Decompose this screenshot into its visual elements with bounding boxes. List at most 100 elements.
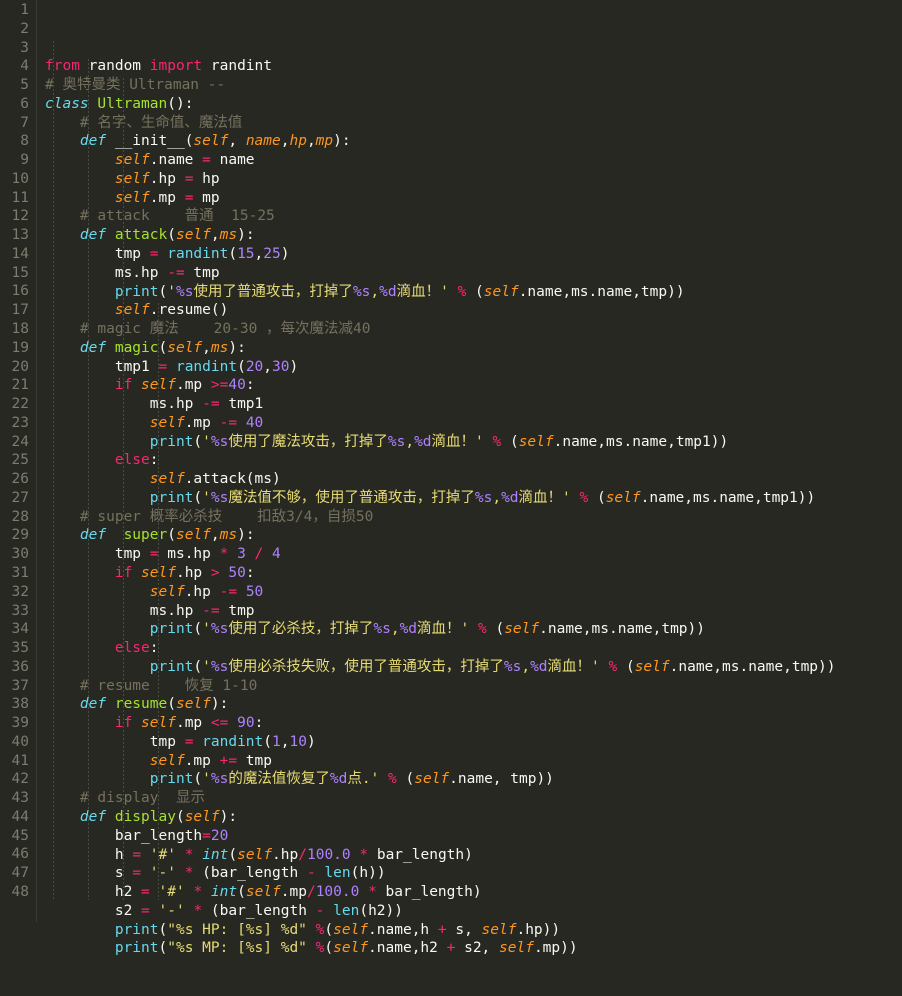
code-line[interactable]: self.hp -= 50 — [45, 583, 902, 602]
line-number: 10 — [11, 170, 29, 187]
token-str: '-' — [158, 902, 185, 919]
code-line[interactable]: ms.hp -= tmp — [45, 264, 902, 283]
code-line[interactable]: s = '-' * (bar_length - len(h)) — [45, 864, 902, 883]
code-line[interactable]: self.mp += tmp — [45, 752, 902, 771]
token-cmt: # 名字、生命值、魔法值 — [79, 114, 243, 131]
code-line[interactable]: print('%s使用了魔法攻击，打掉了%s,%d滴血！' % (self.na… — [45, 433, 902, 452]
token-self: self — [141, 377, 176, 394]
token-par: ms — [219, 227, 238, 244]
token-str: "%s MP: [%s] %d" — [167, 940, 307, 957]
token-num: 1 — [272, 733, 281, 750]
code-line[interactable]: if self.mp >=40: — [45, 376, 902, 395]
line-number: 7 — [20, 114, 29, 131]
token-self: self — [114, 152, 150, 169]
code-line[interactable]: # resume 恢复 1-10 — [45, 677, 902, 696]
code-line[interactable]: ms.hp -= tmp1 — [45, 395, 902, 414]
code-line[interactable]: h2 = '#' * int(self.mp/100.0 * bar_lengt… — [45, 883, 902, 902]
code-line[interactable]: print('%s魔法值不够，使用了普通攻击，打掉了%s,%d滴血！' % (s… — [45, 489, 902, 508]
code-line[interactable]: print('%s使用必杀技失败，使用了普通攻击，打掉了%s,%d滴血！' % … — [45, 658, 902, 677]
code-line[interactable]: self.mp -= 40 — [45, 414, 902, 433]
code-editor[interactable]: 1 2 3 4 5 6 7 8 9 10 11 12 13 14 15 16 17 18 19 20 21 22 23 24 2… — [0, 0, 902, 956]
token-num: 90 — [237, 715, 255, 732]
token-str: ' — [202, 433, 211, 450]
token-fmt: %d — [379, 283, 397, 300]
code-line[interactable]: def display(self): — [45, 808, 902, 827]
code-line[interactable]: tmp = ms.hp * 3 / 4 — [45, 545, 902, 564]
code-line[interactable]: # 奥特曼类 Ultraman -- — [45, 76, 902, 95]
code-line[interactable]: if self.mp <= 90: — [45, 714, 902, 733]
token-op: -= — [219, 414, 238, 431]
code-line[interactable]: self.hp = hp — [45, 170, 902, 189]
token-pl: .mp)) — [533, 940, 578, 957]
code-line[interactable]: self.name = name — [45, 151, 902, 170]
token-str: ' — [202, 771, 211, 788]
token-pun: , — [210, 527, 220, 544]
code-area[interactable]: from random import randint # 奥特曼类 Ultrama… — [37, 0, 902, 996]
token-num: 10 — [289, 733, 307, 750]
code-line[interactable]: s2 = '-' * (bar_length - len(h2)) — [45, 902, 902, 921]
token-fn: print — [149, 621, 194, 638]
code-lines: from random import randint # 奥特曼类 Ultrama… — [45, 57, 902, 958]
code-line[interactable]: # magic 魔法 20-30 ，每次魔法减40 — [45, 320, 902, 339]
line-number: 16 — [11, 283, 29, 300]
token-pl: tmp — [219, 602, 255, 619]
token-pl: randint — [210, 58, 272, 75]
code-line[interactable]: # attack 普通 15-25 — [45, 207, 902, 226]
code-line[interactable]: print('%s的魔法值恢复了%d点.' % (self.name, tmp)… — [45, 770, 902, 789]
code-line[interactable]: self.mp = mp — [45, 189, 902, 208]
code-line[interactable]: if self.hp > 50: — [45, 564, 902, 583]
line-number: 20 — [11, 358, 29, 375]
code-line[interactable]: tmp = randint(15,25) — [45, 245, 902, 264]
token-pun: , — [254, 246, 264, 262]
code-line[interactable]: tmp1 = randint(20,30) — [45, 358, 902, 377]
token-self: self — [237, 846, 273, 863]
code-line[interactable]: self.resume() — [45, 301, 902, 320]
code-line[interactable]: bar_length=20 — [45, 827, 902, 846]
token-cmt: # 奥特曼类 Ultraman -- — [45, 77, 226, 94]
code-line[interactable]: def resume(self): — [45, 695, 902, 714]
code-line[interactable]: # super 概率必杀技 扣敌3/4，自损50 — [45, 508, 902, 527]
code-line[interactable]: self.attack(ms) — [45, 470, 902, 489]
code-line[interactable]: print('%s使用了必杀技，打掉了%s,%d滴血！' % (self.nam… — [45, 620, 902, 639]
token-num: 20 — [245, 358, 264, 375]
token-fn: print — [149, 771, 194, 788]
code-line[interactable]: # 名字、生命值、魔法值 — [45, 114, 902, 133]
token-str: 使用了必杀技，打掉了 — [228, 621, 374, 638]
line-number: 8 — [20, 133, 29, 150]
token-str: 滴血！' — [396, 283, 449, 300]
code-line[interactable]: class Ultraman(): — [45, 95, 902, 114]
token-op: + — [437, 921, 447, 938]
code-line[interactable]: def __init__(self, name,hp,mp): — [45, 132, 902, 151]
token-str: 使用必杀技失败，使用了普通攻击，打掉了 — [228, 658, 504, 675]
token-op: = — [132, 865, 142, 882]
code-line[interactable]: h = '#' * int(self.hp/100.0 * bar_length… — [45, 846, 902, 865]
code-line[interactable]: def super(self,ms): — [45, 526, 902, 545]
token-pun: ( — [486, 621, 505, 638]
line-number: 19 — [11, 339, 29, 356]
code-line[interactable]: print("%s MP: [%s] %d" %(self.name,h2 + … — [45, 939, 902, 958]
code-line[interactable]: print("%s HP: [%s] %d" %(self.name,h + s… — [45, 921, 902, 940]
token-op: -= — [219, 583, 238, 600]
code-line[interactable]: from random import randint — [45, 57, 902, 76]
token-pun: ): — [228, 339, 246, 356]
code-line[interactable]: def magic(self,ms): — [45, 339, 902, 358]
token-pun: ) — [289, 358, 299, 375]
code-line[interactable]: def attack(self,ms): — [45, 226, 902, 245]
code-line[interactable]: # display 显示 — [45, 789, 902, 808]
code-line[interactable]: tmp = randint(1,10) — [45, 733, 902, 752]
token-fmt: %s — [210, 658, 229, 675]
code-line[interactable]: print('%s使用了普通攻击，打掉了%s,%d滴血！' % (self.na… — [45, 283, 902, 302]
code-line[interactable]: ms.hp -= tmp — [45, 602, 902, 621]
token-num: 100.0 — [315, 884, 360, 901]
code-line[interactable]: else: — [45, 639, 902, 658]
code-line[interactable]: else: — [45, 451, 902, 470]
